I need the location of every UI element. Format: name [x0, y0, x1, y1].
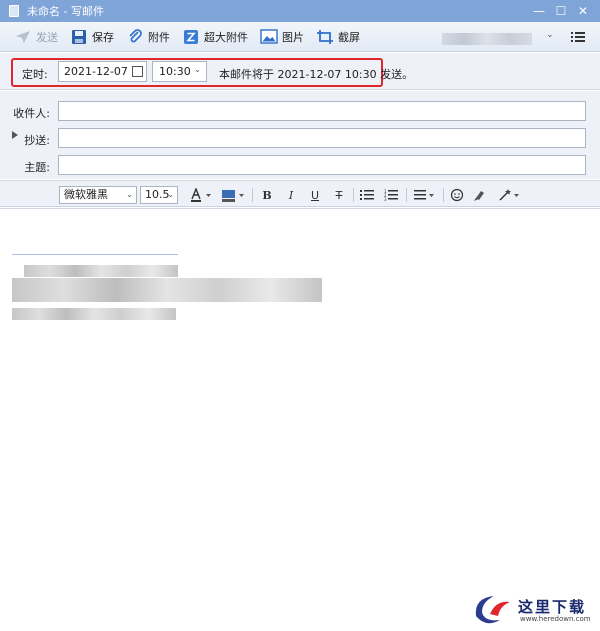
schedule-date-value: 2021-12-07 — [64, 65, 128, 78]
chevron-down-icon: ⌄ — [194, 65, 201, 74]
format-painter-icon[interactable] — [472, 186, 488, 204]
image-button[interactable]: 图片 — [254, 22, 310, 52]
cc-field[interactable] — [58, 128, 586, 148]
calendar-icon[interactable] — [132, 66, 143, 77]
font-family-value: 微软雅黑 — [64, 188, 108, 201]
large-attachment-button[interactable]: 超大附件 — [176, 22, 254, 52]
maximize-button[interactable]: ☐ — [550, 0, 572, 22]
divider — [252, 188, 253, 202]
signature-line — [24, 265, 178, 277]
divider — [443, 188, 444, 202]
strikethrough-button[interactable]: T — [332, 186, 346, 204]
image-icon — [260, 28, 278, 46]
chevron-down-icon: ⌄ — [167, 190, 174, 199]
send-icon — [14, 28, 32, 46]
attach-button[interactable]: 附件 — [120, 22, 176, 52]
format-toolbar: 微软雅黑 ⌄ 10.5 ⌄ B I U T 123 — [0, 180, 600, 207]
bullet-list-button[interactable] — [359, 186, 375, 204]
align-button[interactable] — [413, 186, 437, 204]
divider — [353, 188, 354, 202]
watermark-brand: 这里下载 — [518, 598, 587, 616]
font-size-value: 10.5 — [145, 188, 170, 201]
to-label: 收件人: — [13, 107, 50, 120]
signature-divider — [12, 254, 178, 255]
screenshot-icon — [316, 28, 334, 46]
underline-button[interactable]: U — [308, 186, 322, 204]
screenshot-label: 截屏 — [338, 30, 360, 44]
signature-line — [12, 290, 322, 302]
emoji-icon[interactable] — [449, 186, 465, 204]
divider — [406, 188, 407, 202]
schedule-time-value: 10:30 — [159, 65, 191, 78]
send-button[interactable]: 发送 — [8, 22, 64, 52]
save-button[interactable]: 保存 — [64, 22, 120, 52]
large-attachment-label: 超大附件 — [204, 30, 248, 44]
highlight-color-button[interactable] — [220, 186, 246, 204]
title-bar: 未命名 - 写邮件 — ☐ ✕ — [0, 0, 600, 22]
large-attachment-icon — [182, 28, 200, 46]
screenshot-button[interactable]: 截屏 — [310, 22, 366, 52]
image-label: 图片 — [282, 30, 304, 44]
minimize-button[interactable]: — — [528, 0, 550, 22]
window-title: 未命名 - 写邮件 — [27, 5, 104, 18]
magic-wand-icon[interactable] — [497, 186, 521, 204]
save-label: 保存 — [92, 30, 114, 44]
cc-label: 抄送: — [24, 134, 50, 147]
svg-text:3: 3 — [384, 197, 387, 201]
app-icon — [9, 5, 19, 17]
italic-button[interactable]: I — [284, 186, 298, 204]
bold-button[interactable]: B — [260, 186, 274, 204]
signature-line — [12, 278, 322, 290]
save-icon — [70, 28, 88, 46]
schedule-time-select[interactable]: 10:30 ⌄ — [152, 61, 207, 82]
close-button[interactable]: ✕ — [572, 0, 594, 22]
window-controls: — ☐ ✕ — [528, 0, 594, 22]
font-family-select[interactable]: 微软雅黑 ⌄ — [59, 186, 137, 204]
signature-line — [12, 308, 176, 320]
schedule-label: 定时: — [22, 68, 48, 81]
attach-label: 附件 — [148, 30, 170, 44]
paperclip-icon — [126, 28, 144, 46]
menu-icon[interactable] — [570, 29, 586, 45]
schedule-note: 本邮件将于 2021-12-07 10:30 发送。 — [219, 68, 414, 81]
chevron-down-icon[interactable]: ⌄ — [546, 30, 558, 44]
send-label: 发送 — [36, 30, 58, 44]
font-color-button[interactable] — [189, 186, 213, 204]
chevron-down-icon: ⌄ — [126, 190, 133, 199]
subject-field[interactable] — [58, 155, 586, 175]
watermark-url: www.heredown.com — [520, 615, 591, 623]
numbered-list-button[interactable]: 123 — [383, 186, 399, 204]
font-size-select[interactable]: 10.5 ⌄ — [140, 186, 178, 204]
schedule-date-picker[interactable]: 2021-12-07 — [58, 61, 147, 82]
subject-label: 主题: — [24, 161, 50, 174]
to-field[interactable] — [58, 101, 586, 121]
account-selector[interactable] — [442, 33, 532, 45]
